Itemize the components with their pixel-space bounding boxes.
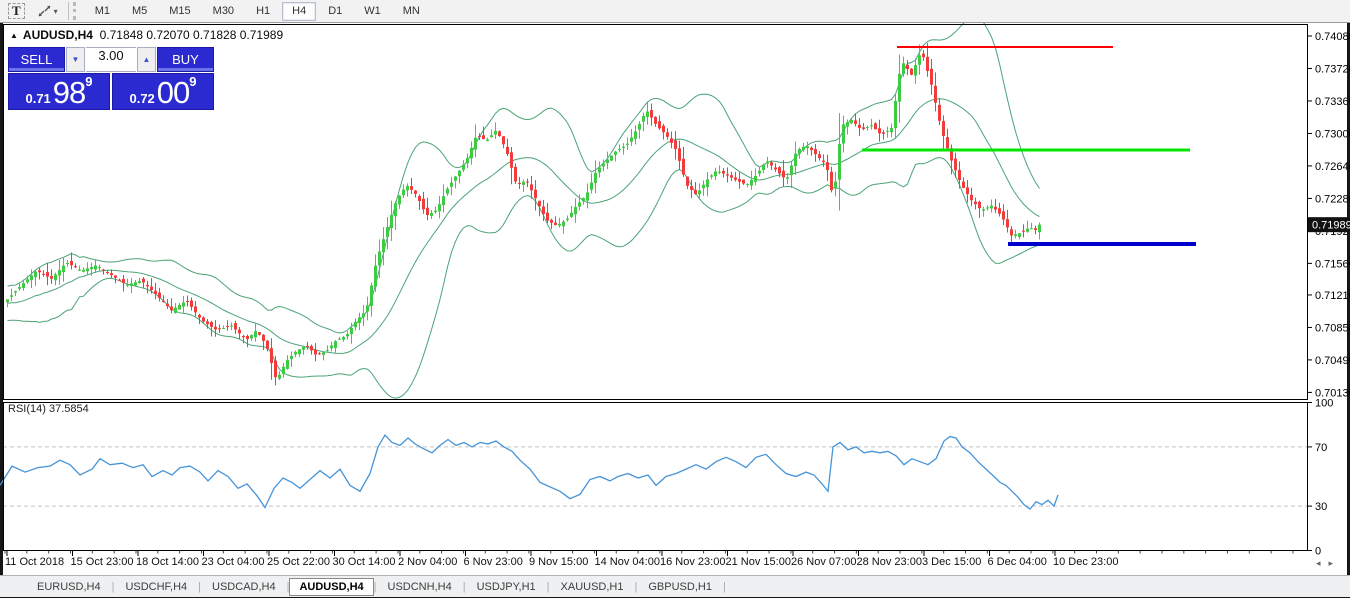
chart-tab-gbpusd-h1[interactable]: GBPUSD,H1 <box>637 579 723 595</box>
ohlc-values: 0.71848 0.72070 0.71828 0.71989 <box>100 28 284 42</box>
timeframe-button-d1[interactable]: D1 <box>318 2 352 21</box>
buy-price-sup: 9 <box>189 77 196 87</box>
metatrader-window: T ▾ M1M5M15M30H1H4D1W1MN 0.740800.737200… <box>0 0 1350 600</box>
time-axis-label: 6 Dec 04:00 <box>988 556 1047 568</box>
crosshair-icon <box>37 4 52 18</box>
time-axis-label: 6 Nov 23:00 <box>464 556 523 568</box>
time-axis-label: 18 Oct 14:00 <box>136 556 199 568</box>
toolbar-separator <box>68 2 69 20</box>
chart-tab-eurusd-h4[interactable]: EURUSD,H4 <box>26 579 112 595</box>
sell-price-big: 98 <box>53 80 85 106</box>
chart-tab-usdcnh-h4[interactable]: USDCNH,H4 <box>377 579 463 595</box>
volume-increase-button[interactable]: ▲ <box>137 47 156 72</box>
timeframe-group: M1M5M15M30H1H4D1W1MN <box>84 2 431 21</box>
time-axis-label: 25 Oct 22:00 <box>267 556 330 568</box>
buy-price-prefix: 0.72 <box>129 91 154 106</box>
text-tool-icon: T <box>8 3 25 19</box>
timeframe-button-m1[interactable]: M1 <box>85 2 120 21</box>
timeframe-button-m5[interactable]: M5 <box>122 2 157 21</box>
time-axis-label: 11 Oct 2018 <box>5 556 64 568</box>
rsi-indicator-label: RSI(14) 37.5854 <box>8 403 89 415</box>
tab-scroll-right-icon[interactable]: ▸ <box>1329 558 1342 568</box>
toolbar: T ▾ M1M5M15M30H1H4D1W1MN <box>0 0 1350 23</box>
chart-tab-usdcad-h4[interactable]: USDCAD,H4 <box>201 579 287 595</box>
text-tool-button[interactable]: T <box>3 1 30 21</box>
buy-button[interactable]: BUY <box>157 47 214 72</box>
timeframe-button-h4[interactable]: H4 <box>282 2 316 21</box>
sell-price-sup: 9 <box>85 77 92 87</box>
crosshair-tool-button[interactable]: ▾ <box>32 1 63 21</box>
time-axis-label: 16 Nov 23:00 <box>660 556 725 568</box>
sell-price-prefix: 0.71 <box>25 91 50 106</box>
chart-title: ▲ AUDUSD,H4 0.71848 0.72070 0.71828 0.719… <box>10 28 283 42</box>
buy-quote[interactable]: 0.72 00 9 <box>112 73 214 110</box>
time-axis-label: 26 Nov 07:00 <box>791 556 856 568</box>
sell-quote[interactable]: 0.71 98 9 <box>8 73 110 110</box>
chevron-down-icon: ▾ <box>54 7 58 16</box>
time-axis-label: 9 Nov 15:00 <box>529 556 588 568</box>
toolbar-grip[interactable] <box>73 2 78 20</box>
time-axis-label: 3 Dec 15:00 <box>922 556 981 568</box>
chart-tab-bar: EURUSD,H4|USDCHF,H4|USDCAD,H4|AUDUSD,H4|… <box>0 575 1350 597</box>
symbol-period-label: AUDUSD,H4 <box>23 28 93 42</box>
tab-scroll-left-icon[interactable]: ◂ <box>1316 558 1329 568</box>
time-axis-label: 14 Nov 04:00 <box>595 556 660 568</box>
timeframe-button-m15[interactable]: M15 <box>159 2 200 21</box>
chart-tab-xauusd-h1[interactable]: XAUUSD,H1 <box>550 579 635 595</box>
time-axis-label: 2 Nov 04:00 <box>398 556 457 568</box>
time-axis-label: 21 Nov 15:00 <box>726 556 791 568</box>
volume-decrease-button[interactable]: ▼ <box>66 47 85 72</box>
volume-input[interactable]: 3.00 <box>86 47 136 72</box>
time-axis-label: 28 Nov 23:00 <box>857 556 922 568</box>
tab-separator: | <box>723 581 726 593</box>
tab-scroll-arrows: ◂▸ <box>1316 558 1341 569</box>
time-axis-label: 23 Oct 04:00 <box>202 556 265 568</box>
time-axis-label: 10 Dec 23:00 <box>1053 556 1118 568</box>
one-click-trade-panel: SELL ▼ 3.00 ▲ BUY 0.71 98 9 0.72 00 9 <box>8 47 214 110</box>
chart-tab-usdchf-h4[interactable]: USDCHF,H4 <box>114 579 198 595</box>
sell-button[interactable]: SELL <box>8 47 65 72</box>
collapse-triangle-icon[interactable]: ▲ <box>10 31 18 40</box>
timeframe-button-h1[interactable]: H1 <box>246 2 280 21</box>
time-axis-label: 15 Oct 23:00 <box>71 556 134 568</box>
chart-tab-audusd-h4[interactable]: AUDUSD,H4 <box>289 578 373 596</box>
buy-price-big: 00 <box>157 80 189 106</box>
timeframe-button-w1[interactable]: W1 <box>354 2 391 21</box>
chart-tab-usdjpy-h1[interactable]: USDJPY,H1 <box>466 579 547 595</box>
time-axis-label: 30 Oct 14:00 <box>333 556 396 568</box>
timeframe-button-m30[interactable]: M30 <box>203 2 244 21</box>
timeframe-button-mn[interactable]: MN <box>393 2 430 21</box>
